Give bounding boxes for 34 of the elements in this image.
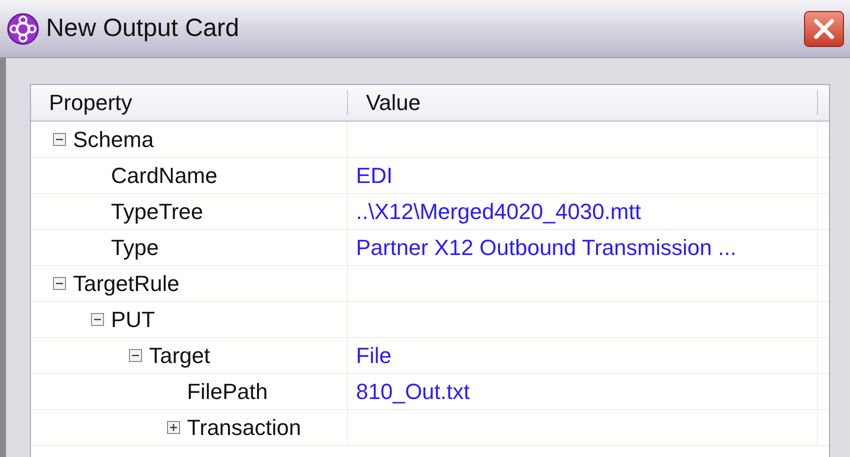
- property-value: ..\X12\Merged4020_4030.mtt: [356, 198, 641, 226]
- property-cell[interactable]: TargetRule: [31, 266, 348, 301]
- expand-icon[interactable]: [167, 421, 180, 434]
- property-name: Target: [149, 342, 210, 370]
- collapse-icon[interactable]: [53, 133, 66, 146]
- property-name: TargetRule: [73, 270, 180, 298]
- property-name: CardName: [111, 162, 218, 190]
- property-cell[interactable]: TypeTree: [31, 194, 348, 229]
- property-cell[interactable]: Target: [31, 338, 348, 373]
- property-value: 810_Out.txt: [356, 378, 470, 406]
- property-name: Type: [111, 234, 159, 262]
- property-cell[interactable]: CardName: [31, 158, 348, 193]
- property-name: Schema: [73, 126, 154, 154]
- collapse-icon[interactable]: [129, 349, 142, 362]
- column-header[interactable]: Value: [348, 90, 818, 115]
- property-value: EDI: [356, 162, 393, 190]
- collapse-icon[interactable]: [91, 313, 104, 326]
- crosshair-icon: [6, 12, 40, 46]
- property-name: FilePath: [187, 378, 268, 406]
- close-icon: [813, 18, 835, 40]
- property-cell[interactable]: Transaction: [31, 410, 348, 445]
- property-cell[interactable]: Schema: [31, 122, 348, 157]
- column-header[interactable]: Property: [31, 90, 348, 115]
- collapse-icon[interactable]: [53, 277, 66, 290]
- property-cell[interactable]: PUT: [31, 302, 348, 337]
- property-cell[interactable]: Type: [31, 230, 348, 265]
- property-value: Partner X12 Outbound Transmission ...: [356, 234, 736, 262]
- property-name: TypeTree: [111, 198, 204, 226]
- property-cell[interactable]: FilePath: [31, 374, 348, 409]
- property-name: Transaction: [187, 414, 302, 442]
- window-title: New Output Card: [46, 12, 240, 44]
- close-button[interactable]: [804, 10, 844, 46]
- property-value: File: [356, 342, 392, 370]
- property-name: PUT: [111, 306, 155, 334]
